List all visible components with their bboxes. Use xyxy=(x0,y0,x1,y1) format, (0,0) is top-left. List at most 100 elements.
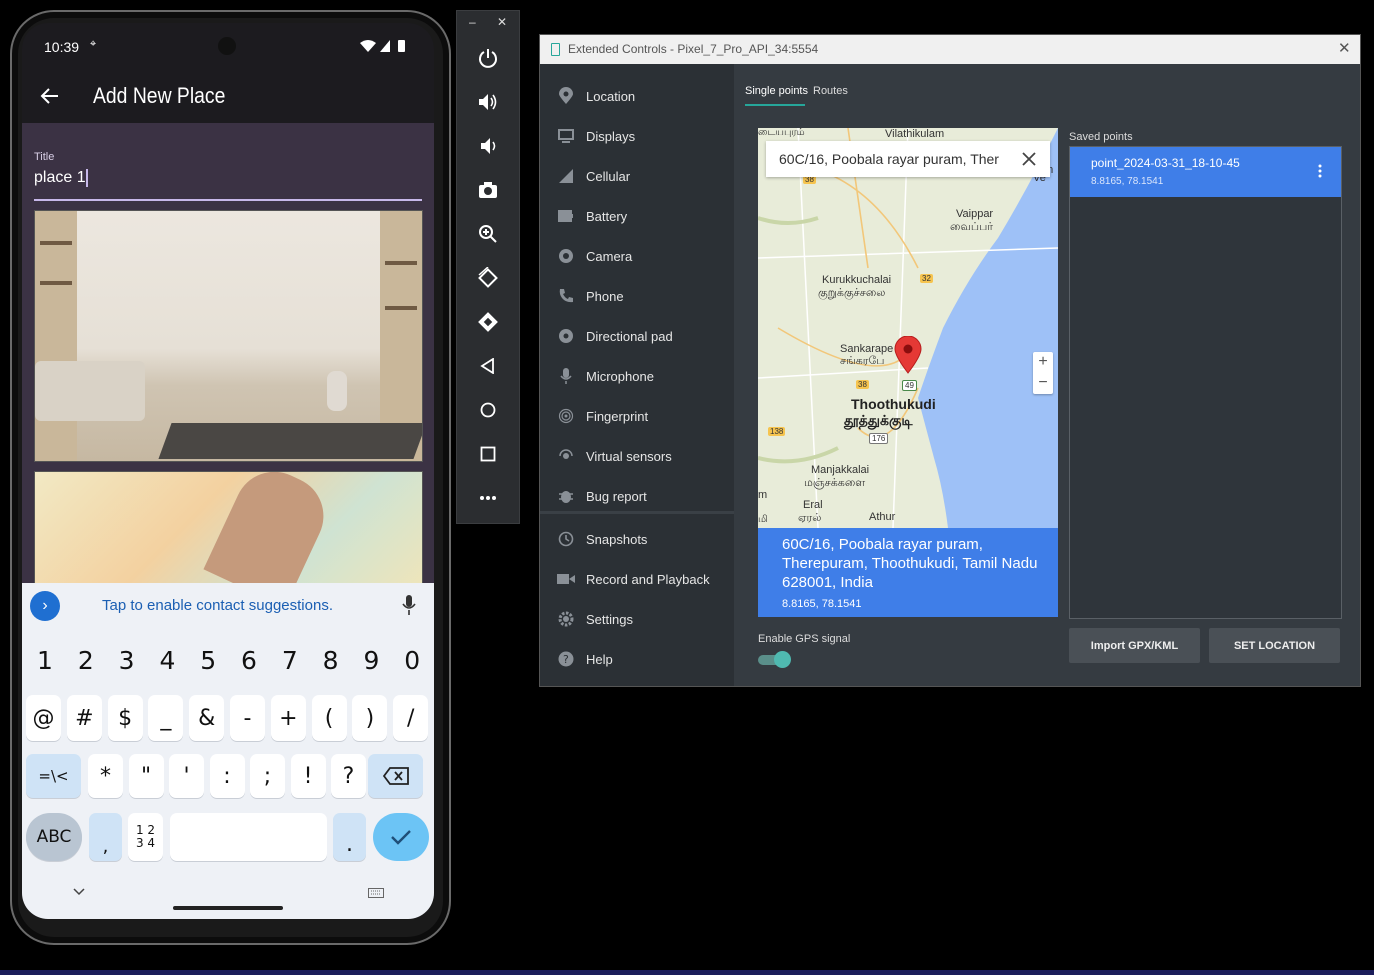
key-symbol[interactable]: ) xyxy=(352,695,388,741)
zoom-icon[interactable] xyxy=(473,219,503,249)
sidebar-item-label: Cellular xyxy=(586,168,631,184)
sidebar-item-bug-report[interactable]: Bug report xyxy=(540,476,734,516)
key-symbol[interactable]: _ xyxy=(148,695,184,741)
key-punctuation[interactable]: * xyxy=(88,754,123,798)
sidebar-item-record-and-playback[interactable]: Record and Playback xyxy=(540,559,734,599)
location-status-icon: ⌖ xyxy=(90,38,97,50)
road-shield-38: 38 xyxy=(856,380,869,389)
saved-points-title: Saved points xyxy=(1069,131,1133,143)
key-symbol[interactable]: / xyxy=(393,695,429,741)
sidebar-item-fingerprint[interactable]: Fingerprint xyxy=(540,396,734,436)
gesture-handle[interactable] xyxy=(173,906,283,910)
map-zoom-out-button[interactable]: − xyxy=(1033,373,1053,394)
key-punctuation[interactable]: : xyxy=(209,754,245,798)
sidebar-item-location[interactable]: Location xyxy=(540,76,734,116)
gps-toggle-label: Enable GPS signal xyxy=(758,633,851,645)
volume-up-icon[interactable] xyxy=(473,87,503,117)
key-1[interactable]: 1 xyxy=(26,635,64,685)
period-key[interactable]: . xyxy=(333,813,366,861)
key-3[interactable]: 3 xyxy=(108,635,146,685)
key-symbol[interactable]: # xyxy=(66,695,102,741)
hide-keyboard-icon[interactable] xyxy=(73,888,85,896)
key-punctuation[interactable]: ; xyxy=(250,754,285,798)
backspace-key[interactable] xyxy=(368,754,423,798)
key-9[interactable]: 9 xyxy=(352,635,390,685)
map-search-input[interactable]: 60C/16, Poobala rayar puram, Ther xyxy=(779,151,999,167)
saved-point-menu-icon[interactable] xyxy=(1318,164,1322,178)
place-image-map[interactable] xyxy=(34,471,423,595)
key-punctuation[interactable]: ' xyxy=(169,754,204,798)
tab-routes[interactable]: Routes xyxy=(813,85,848,97)
key-5[interactable]: 5 xyxy=(189,635,227,685)
number-pad-key[interactable]: 1 2 3 4 xyxy=(128,813,163,861)
location-pin-marker-icon[interactable] xyxy=(893,336,923,374)
microphone-icon[interactable] xyxy=(402,595,416,615)
key-symbol[interactable]: - xyxy=(230,695,265,741)
key-2[interactable]: 2 xyxy=(67,635,105,685)
key-0[interactable]: 0 xyxy=(393,635,431,685)
sidebar-item-microphone[interactable]: Microphone xyxy=(540,356,734,396)
app-bar: Add New Place xyxy=(22,71,434,123)
map-search-box[interactable]: 60C/16, Poobala rayar puram, Ther xyxy=(766,141,1050,177)
key-symbol[interactable]: $ xyxy=(107,695,143,741)
more-options-icon[interactable] xyxy=(473,483,503,513)
place-image-room[interactable] xyxy=(34,210,423,462)
comma-key[interactable]: , xyxy=(89,813,122,861)
close-icon[interactable]: ✕ xyxy=(497,15,507,29)
minimize-icon[interactable]: – xyxy=(469,15,476,29)
sidebar-item-displays[interactable]: Displays xyxy=(540,116,734,156)
saved-point-item[interactable]: point_2024-03-31_18-10-45 8.8165, 78.154… xyxy=(1070,147,1341,197)
saved-points-list: point_2024-03-31_18-10-45 8.8165, 78.154… xyxy=(1069,146,1342,619)
key-punctuation[interactable]: ! xyxy=(290,754,326,798)
abc-key[interactable]: ABC xyxy=(26,813,82,861)
screenshot-camera-icon[interactable] xyxy=(473,175,503,205)
key-symbol[interactable]: ( xyxy=(311,695,347,741)
volume-down-icon[interactable] xyxy=(473,131,503,161)
cellular-icon xyxy=(557,167,575,185)
rotate-left-icon[interactable] xyxy=(473,263,503,293)
map-zoom-in-button[interactable]: + xyxy=(1033,352,1053,373)
clear-search-icon[interactable] xyxy=(1022,152,1036,166)
home-nav-icon[interactable] xyxy=(473,395,503,425)
enter-key[interactable] xyxy=(373,813,429,861)
sidebar-item-label: Fingerprint xyxy=(586,408,649,424)
sidebar-item-directional-pad[interactable]: Directional pad xyxy=(540,316,734,356)
tab-single-points[interactable]: Single points xyxy=(745,85,808,97)
expand-suggestions-icon[interactable]: › xyxy=(30,591,60,621)
map-zoom-control: + − xyxy=(1033,352,1053,394)
contact-suggestion-prompt[interactable]: Tap to enable contact suggestions. xyxy=(102,597,333,614)
sidebar-item-camera[interactable]: Camera xyxy=(540,236,734,276)
sidebar-item-battery[interactable]: Battery xyxy=(540,196,734,236)
road-shield-138: 138 xyxy=(768,427,786,436)
more-symbols-key[interactable]: =\< xyxy=(26,754,81,798)
key-symbol[interactable]: + xyxy=(270,695,306,741)
sidebar-item-settings[interactable]: Settings xyxy=(540,599,734,639)
keyboard-switch-icon[interactable] xyxy=(368,888,384,898)
back-arrow-icon[interactable] xyxy=(40,86,60,106)
key-7[interactable]: 7 xyxy=(271,635,309,685)
title-input[interactable]: place 1 xyxy=(34,167,422,201)
power-icon[interactable] xyxy=(473,43,503,73)
sidebar-item-phone[interactable]: Phone xyxy=(540,276,734,316)
window-close-icon[interactable]: ✕ xyxy=(1338,39,1351,57)
sidebar-item-cellular[interactable]: Cellular xyxy=(540,156,734,196)
rotate-right-icon[interactable] xyxy=(473,307,503,337)
overview-nav-icon[interactable] xyxy=(473,439,503,469)
space-key[interactable] xyxy=(170,813,327,861)
key-4[interactable]: 4 xyxy=(148,635,186,685)
sidebar-item-virtual-sensors[interactable]: Virtual sensors xyxy=(540,436,734,476)
sidebar-item-snapshots[interactable]: Snapshots xyxy=(540,519,734,559)
key-symbol[interactable]: @ xyxy=(26,695,61,741)
key-punctuation[interactable]: " xyxy=(128,754,164,798)
key-punctuation[interactable]: ? xyxy=(331,754,366,798)
import-gpx-kml-button[interactable]: Import GPX/KML xyxy=(1069,628,1200,663)
key-symbol[interactable]: & xyxy=(189,695,225,741)
sidebar-item-help[interactable]: ? Help xyxy=(540,639,734,679)
map-view[interactable]: டையபுரம் Vilathikulam Vaippar வைப்பர் Ve… xyxy=(758,128,1058,528)
key-8[interactable]: 8 xyxy=(312,635,350,685)
back-nav-icon[interactable] xyxy=(473,351,503,381)
key-6[interactable]: 6 xyxy=(230,635,268,685)
set-location-button[interactable]: SET LOCATION xyxy=(1209,628,1340,663)
gps-toggle[interactable] xyxy=(758,651,791,668)
help-icon: ? xyxy=(557,650,575,668)
